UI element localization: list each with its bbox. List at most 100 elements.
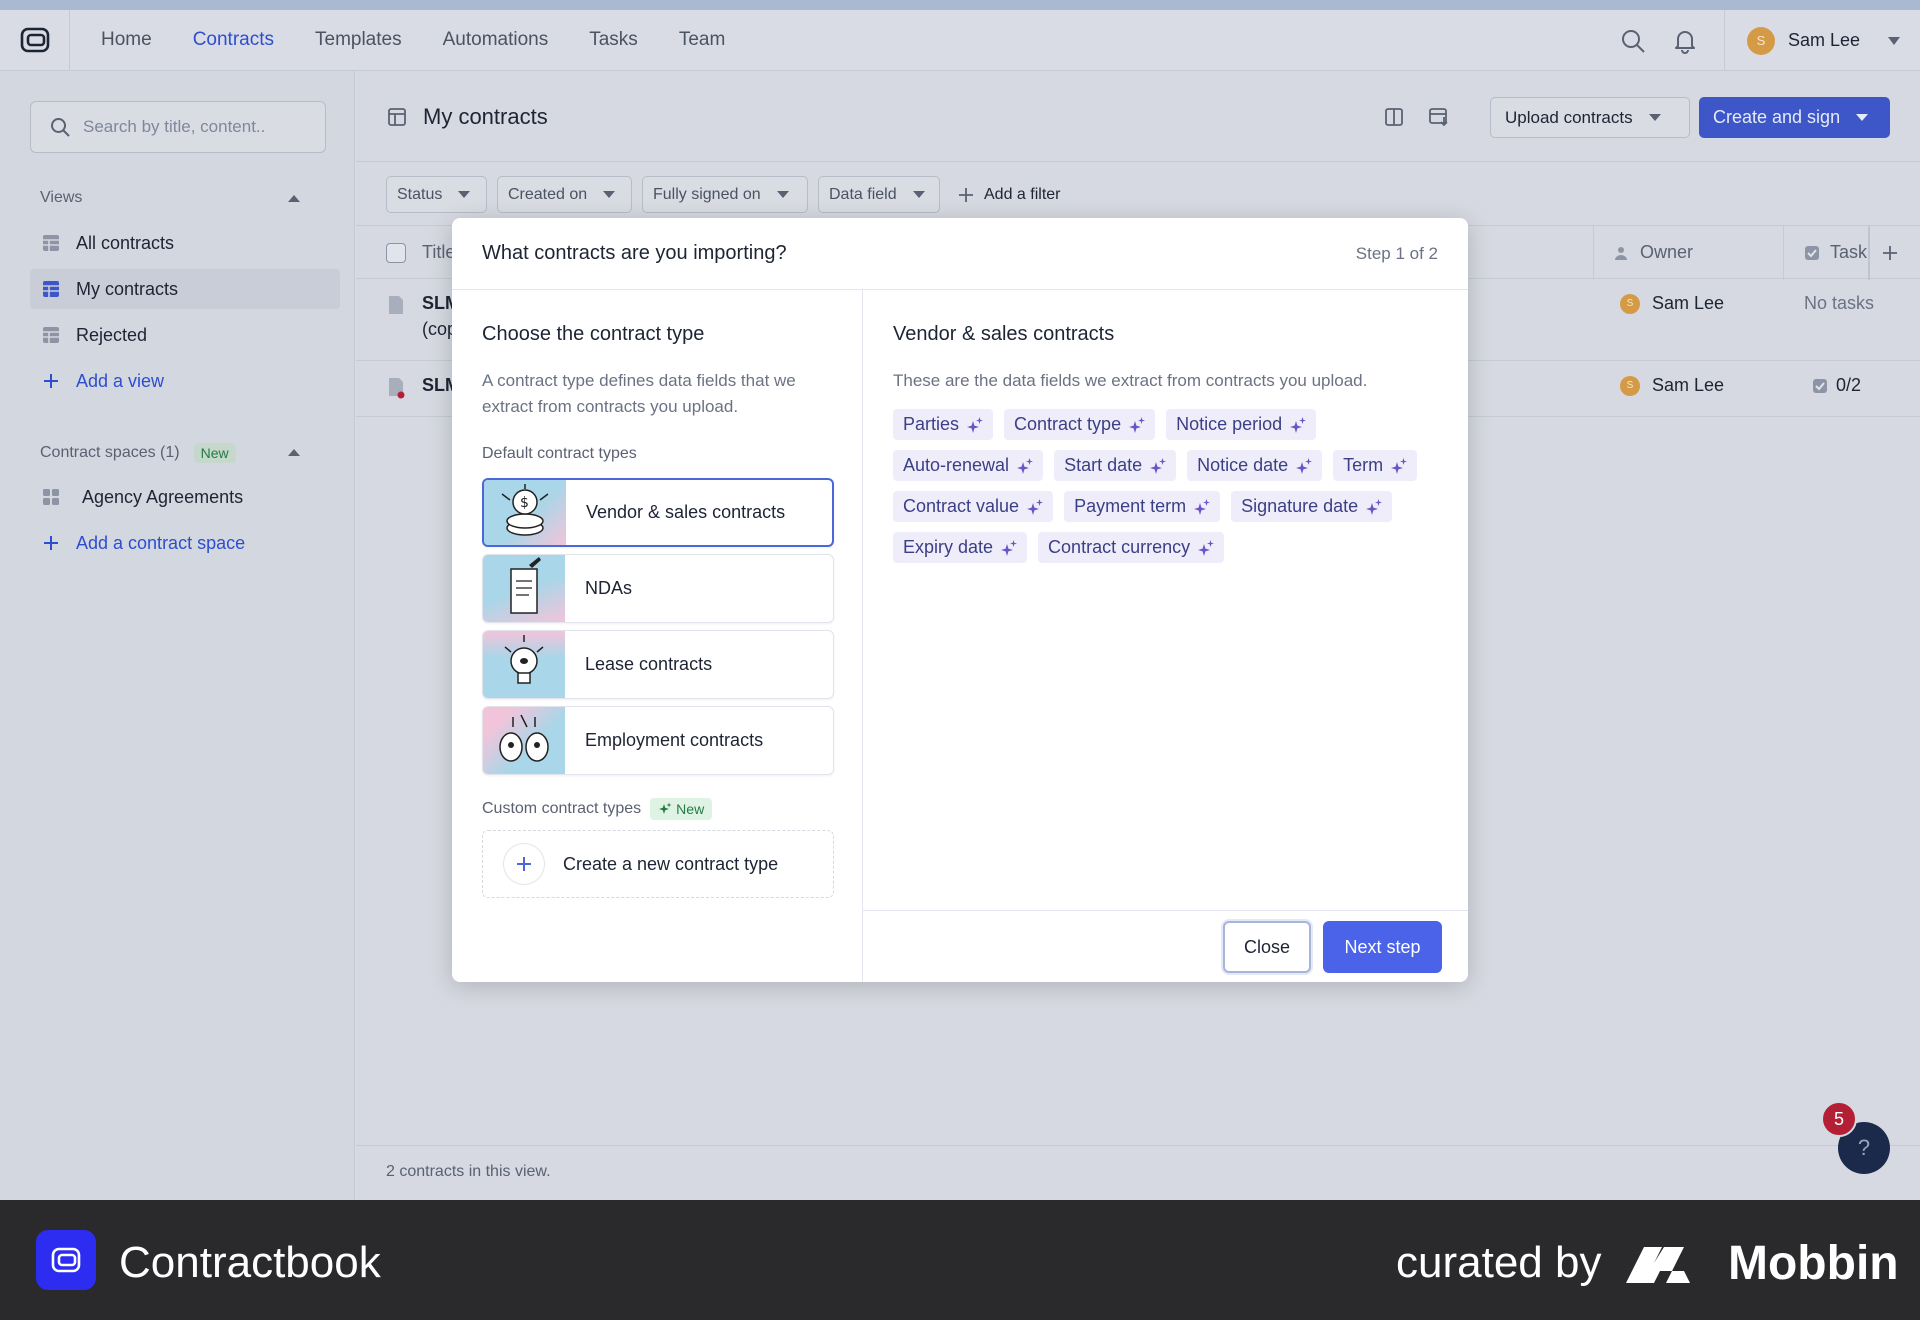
data-field-tag: Contract currency xyxy=(1038,532,1225,563)
owner-cell: S Sam Lee xyxy=(1620,293,1724,314)
data-field-tag: Start date xyxy=(1054,450,1177,481)
ai-sparkle-icon xyxy=(1198,539,1215,556)
add-filter-button[interactable]: Add a filter xyxy=(958,186,1060,204)
mobbin-logo: Mobbin xyxy=(1626,1236,1899,1291)
modal-header: What contracts are you importing? Step 1… xyxy=(452,218,1468,290)
money-illustration-icon: $ xyxy=(484,480,566,545)
nav-home[interactable]: Home xyxy=(101,29,152,51)
bell-icon[interactable] xyxy=(1672,28,1698,54)
upload-contracts-label: Upload contracts xyxy=(1505,107,1633,127)
contract-type-panel: Choose the contract type A contract type… xyxy=(452,290,863,982)
data-field-label: Auto-renewal xyxy=(903,455,1010,475)
chevron-down-icon xyxy=(458,191,471,198)
sidebar-item-label: Rejected xyxy=(76,324,148,345)
nav-contracts[interactable]: Contracts xyxy=(193,29,274,51)
main-nav: Home Contracts Templates Automations Tas… xyxy=(101,29,725,51)
nav-templates[interactable]: Templates xyxy=(315,29,402,51)
contractbook-logo-icon xyxy=(36,1230,96,1290)
ai-sparkle-icon xyxy=(1290,416,1307,433)
user-menu[interactable]: S Sam Lee xyxy=(1723,10,1920,71)
plus-icon xyxy=(44,536,58,550)
grid-space-icon xyxy=(43,489,59,505)
nav-automations[interactable]: Automations xyxy=(443,29,549,51)
left-description: A contract type defines data fields that… xyxy=(482,371,796,416)
collapse-icon xyxy=(288,195,300,202)
type-card-employment[interactable]: Employment contracts xyxy=(482,706,834,775)
filter-label: Data field xyxy=(829,185,897,203)
data-field-tag: Contract value xyxy=(893,491,1054,522)
table-view-icon xyxy=(43,327,59,343)
brand-name: Contractbook xyxy=(119,1238,381,1287)
data-field-label: Signature date xyxy=(1241,496,1359,516)
select-all-checkbox[interactable] xyxy=(386,243,406,263)
avatar: S xyxy=(1746,26,1775,55)
default-types-label: Default contract types xyxy=(482,445,637,462)
modal-footer: Close Next step xyxy=(863,910,1468,982)
table-view-icon xyxy=(43,281,59,297)
views-title-label: Views xyxy=(40,189,83,206)
column-owner[interactable]: Owner xyxy=(1614,242,1693,263)
contract-spaces-title[interactable]: Contract spaces (1) New xyxy=(40,443,330,463)
search-icon xyxy=(51,118,70,137)
add-column-icon[interactable] xyxy=(1882,245,1898,261)
new-badge-text: New xyxy=(676,801,705,817)
nav-tasks[interactable]: Tasks xyxy=(589,29,638,51)
top-navbar: Home Contracts Templates Automations Tas… xyxy=(0,9,1920,71)
type-card-vendor-sales[interactable]: $ Vendor & sales contracts xyxy=(482,478,834,547)
type-label: Lease contracts xyxy=(585,654,713,674)
split-view-icon[interactable] xyxy=(1384,107,1404,127)
ai-sparkle-icon xyxy=(1150,457,1167,474)
data-field-label: Notice date xyxy=(1197,455,1289,475)
column-owner-label: Owner xyxy=(1640,242,1694,262)
plus-icon xyxy=(44,374,58,388)
chevron-down-icon xyxy=(603,191,616,198)
brand-footer: Contractbook curated by Mobbin xyxy=(0,1200,1920,1320)
sidebar-item-label: My contracts xyxy=(76,278,179,299)
create-contract-type-button[interactable]: Create a new contract type xyxy=(482,830,834,898)
curated-by-label: curated by xyxy=(1396,1238,1602,1287)
document-icon xyxy=(389,296,403,314)
create-and-sign-button[interactable]: Create and sign xyxy=(1699,97,1890,138)
filter-fully-signed-on[interactable]: Fully signed on xyxy=(642,176,808,213)
sidebar-item-my-contracts[interactable]: My contracts xyxy=(30,269,340,309)
filter-data-field[interactable]: Data field xyxy=(818,176,940,213)
custom-types-label: Custom contract types New xyxy=(482,798,713,820)
add-view-link[interactable]: Add a view xyxy=(30,361,340,401)
close-button[interactable]: Close xyxy=(1223,921,1311,973)
person-icon xyxy=(1615,246,1627,260)
checkbox-icon xyxy=(1805,245,1819,260)
ai-sparkle-icon xyxy=(967,416,984,433)
filter-created-on[interactable]: Created on xyxy=(497,176,632,213)
sidebar-item-all-contracts[interactable]: All contracts xyxy=(30,223,340,263)
plus-icon xyxy=(503,843,545,885)
ai-sparkle-icon xyxy=(1366,498,1383,515)
contracts-count: 2 contracts in this view. xyxy=(386,1163,551,1180)
chevron-down-icon xyxy=(1856,114,1869,121)
search-input[interactable]: Search by title, content.. xyxy=(30,101,326,153)
sidebar-item-rejected[interactable]: Rejected xyxy=(30,315,340,355)
filter-label: Fully signed on xyxy=(653,185,761,203)
sidebar-item-agency-agreements[interactable]: Agency Agreements xyxy=(30,477,340,517)
column-tasks[interactable]: Task xyxy=(1804,242,1867,263)
type-label: NDAs xyxy=(585,578,633,598)
next-step-button[interactable]: Next step xyxy=(1323,921,1442,973)
views-section-title[interactable]: Views xyxy=(40,189,330,207)
filter-label: Created on xyxy=(508,185,588,203)
type-card-lease[interactable]: Lease contracts xyxy=(482,630,834,699)
search-icon[interactable] xyxy=(1620,28,1646,54)
upload-contracts-button[interactable]: Upload contracts xyxy=(1490,97,1690,138)
nav-team[interactable]: Team xyxy=(679,29,725,51)
custom-types-text: Custom contract types xyxy=(482,800,642,817)
export-table-icon[interactable] xyxy=(1428,107,1450,127)
tasks-cell: 0/2 xyxy=(1812,375,1861,396)
type-label: Vendor & sales contracts xyxy=(586,502,786,522)
column-title[interactable]: Title xyxy=(422,242,455,263)
app-logo[interactable] xyxy=(0,9,70,71)
type-card-ndas[interactable]: NDAs xyxy=(482,554,834,623)
people-illustration-icon xyxy=(483,707,565,774)
add-contract-space-link[interactable]: Add a contract space xyxy=(30,523,340,563)
filter-status[interactable]: Status xyxy=(386,176,487,213)
column-divider xyxy=(1868,226,1870,280)
ai-sparkle-icon xyxy=(1001,539,1018,556)
add-view-label: Add a view xyxy=(76,370,165,391)
